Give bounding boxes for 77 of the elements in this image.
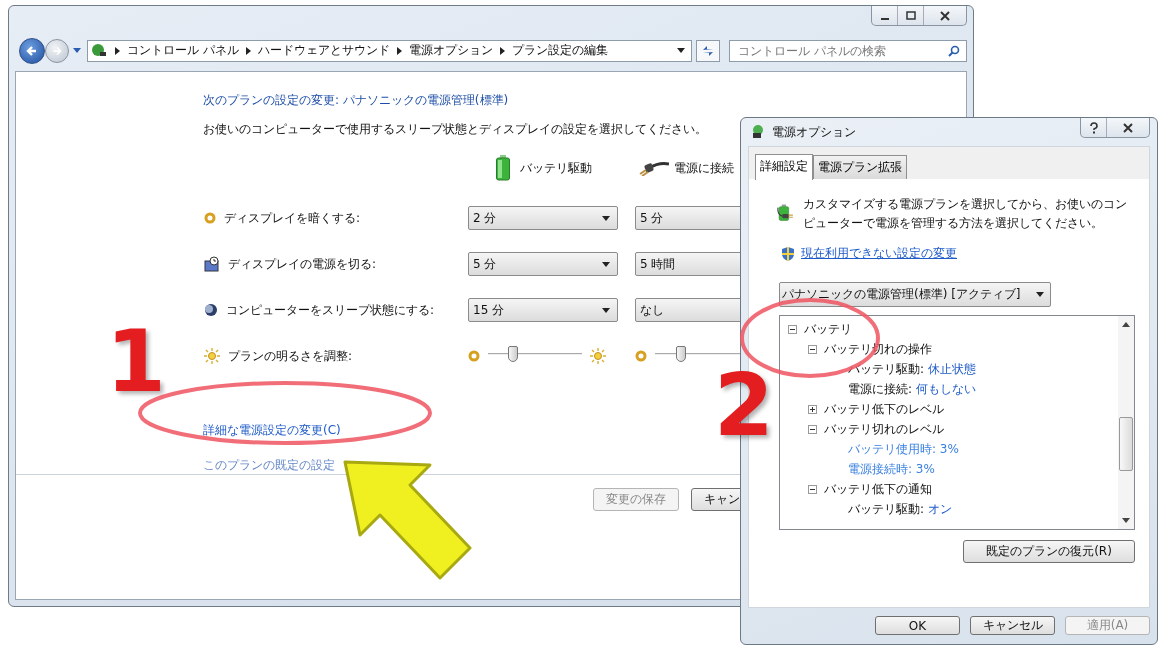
- breadcrumb-separator-icon: [396, 46, 402, 55]
- setting-label: ディスプレイを暗くする:: [224, 209, 361, 227]
- close-icon: [1121, 122, 1135, 133]
- breadcrumb-separator-icon: [245, 46, 251, 55]
- tree-setting[interactable]: バッテリ駆動: 休止状態: [828, 360, 976, 378]
- battery-icon: [496, 155, 510, 181]
- settings-link[interactable]: 詳細な電源設定の変更(C): [203, 422, 341, 439]
- slider-thumb[interactable]: [676, 346, 687, 362]
- breadcrumb-separator-icon: [499, 46, 505, 55]
- dropdown-arrow-icon: [602, 307, 610, 313]
- settings-link[interactable]: このプランの既定の設定: [203, 457, 335, 474]
- maximize-icon: [903, 10, 918, 21]
- intro-text: カスタマイズする電源プランを選択してから、お使いのコンピューターで電源を管理する方法を選択してください。: [803, 196, 1128, 232]
- dialog-button[interactable]: キャンセル: [970, 616, 1055, 635]
- plan-dropdown[interactable]: パナソニックの電源管理(標準) [アクティブ]: [779, 282, 1051, 307]
- search-icon: [948, 44, 960, 57]
- tree-setting[interactable]: バッテリ駆動: オン: [828, 500, 952, 518]
- scrollbar[interactable]: [1118, 316, 1134, 529]
- tree-item[interactable]: バッテリ低下の通知: [824, 480, 932, 498]
- search-field[interactable]: コントロール パネルの検索: [729, 39, 967, 62]
- address-bar[interactable]: コントロール パネル ハードウェアとサウンド 電源オプション プラン設定の編集: [87, 39, 692, 62]
- dropdown-arrow-icon: [1036, 292, 1044, 297]
- step-number: 1: [106, 318, 166, 404]
- scroll-down-icon[interactable]: [1122, 518, 1130, 523]
- dialog-button[interactable]: OK: [875, 616, 960, 635]
- power-plug-icon: [750, 124, 766, 140]
- dropdown-arrow-icon: [602, 261, 610, 267]
- back-button[interactable]: [19, 37, 45, 64]
- monitor-clock-icon: [204, 256, 220, 272]
- setting-label: コンピューターをスリープ状態にする:: [226, 301, 435, 319]
- column-header: バッテリ駆動: [520, 159, 592, 177]
- dialog-title: 電源オプション: [772, 123, 856, 141]
- dropdown-arrow-icon[interactable]: [677, 48, 685, 54]
- tree-item[interactable]: バッテリ低下のレベル: [824, 400, 944, 418]
- scroll-up-icon[interactable]: [1122, 322, 1130, 327]
- dropdown[interactable]: 2 分: [468, 206, 618, 230]
- tab[interactable]: 電源プラン拡張: [813, 155, 907, 179]
- expand-toggle-icon[interactable]: [808, 424, 817, 434]
- tree-setting[interactable]: 電源接続時: 3%: [828, 460, 935, 478]
- plug-icon: [639, 160, 669, 176]
- breadcrumb-item[interactable]: プラン設定の編集: [511, 42, 608, 60]
- dropdown[interactable]: 5 分: [468, 252, 618, 276]
- slider-thumb[interactable]: [508, 346, 519, 362]
- refresh-button[interactable]: [696, 39, 720, 62]
- close-icon: [938, 10, 952, 21]
- expand-toggle-icon[interactable]: [808, 484, 817, 494]
- sun-icon: [590, 348, 606, 364]
- sun-icon: [204, 348, 220, 364]
- history-dropdown-icon[interactable]: [73, 47, 81, 54]
- moon-icon: [204, 303, 218, 317]
- dim-sun-icon: [468, 350, 480, 362]
- dropdown[interactable]: 15 分: [468, 298, 618, 322]
- breadcrumb-item[interactable]: コントロール パネル: [127, 42, 239, 60]
- tree-setting[interactable]: バッテリ使用時: 3%: [828, 440, 959, 458]
- scrollbar-thumb[interactable]: [1119, 417, 1133, 471]
- tree-item[interactable]: バッテリ切れのレベル: [824, 420, 944, 438]
- tab[interactable]: 詳細設定: [755, 154, 813, 180]
- dim-sun-icon: [635, 350, 647, 362]
- expand-toggle-icon[interactable]: [788, 324, 797, 334]
- shield-icon: [781, 245, 795, 262]
- tree-item[interactable]: バッテリ: [804, 320, 852, 338]
- tree-setting[interactable]: 電源に接続: 何もしない: [828, 380, 976, 398]
- minimize-icon: [880, 17, 889, 20]
- breadcrumb-item[interactable]: 電源オプション: [408, 42, 493, 60]
- breadcrumb-separator-icon: [115, 46, 120, 55]
- setting-label: プランの明るさを調整:: [228, 347, 353, 365]
- column-header: 電源に接続: [674, 159, 734, 177]
- dropdown-arrow-icon: [602, 215, 610, 221]
- setting-label: ディスプレイの電源を切る:: [228, 255, 377, 273]
- plan-heading: 次のプランの設定の変更: パナソニックの電源管理(標準): [203, 92, 509, 109]
- description-text: お使いのコンピューターで使用するスリープ状態とディスプレイの設定を選択してください。: [203, 121, 707, 138]
- restore-defaults-button[interactable]: 既定のプランの復元(R): [963, 540, 1135, 563]
- breadcrumb-item[interactable]: ハードウェアとサウンド: [257, 42, 390, 60]
- change-settings-link[interactable]: 現在利用できない設定の変更: [801, 245, 957, 262]
- expand-toggle-icon[interactable]: [808, 404, 817, 414]
- expand-toggle-icon[interactable]: [808, 344, 817, 354]
- dim-sun-icon: [204, 212, 216, 224]
